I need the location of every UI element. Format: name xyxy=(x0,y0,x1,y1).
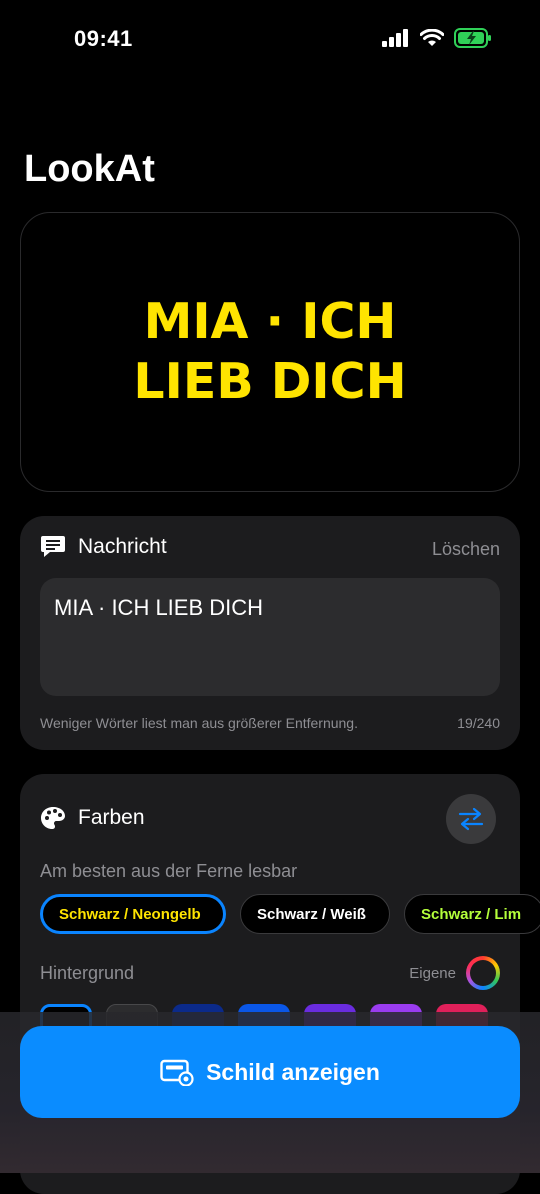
preview-text: MIA · ICH LIEB DICH xyxy=(70,292,470,412)
custom-color-label: Eigene xyxy=(409,964,456,982)
page-title: LookAt xyxy=(24,148,155,190)
colors-header: Farben xyxy=(40,806,145,830)
preset-chip-weiss[interactable]: Schwarz / Weiß xyxy=(240,894,390,934)
preview-line-1: MIA · ICH xyxy=(143,293,397,350)
background-label: Hintergrund xyxy=(40,963,135,983)
preview-line-2: LIEB DICH xyxy=(133,353,407,410)
message-header: Nachricht xyxy=(40,535,167,559)
status-time: 09:41 xyxy=(74,26,133,51)
preset-chips: Schwarz / Neongelb Schwarz / Weiß Schwar… xyxy=(40,894,540,934)
colors-title: Farben xyxy=(78,806,145,829)
clear-button[interactable]: Löschen xyxy=(432,539,500,560)
presets-label: Am besten aus der Ferne lesbar xyxy=(40,861,298,881)
preset-chip-label: Schwarz / Lim xyxy=(421,905,522,923)
battery-charging-icon xyxy=(454,28,491,48)
color-wheel-icon xyxy=(466,956,500,990)
preset-chip-label: Schwarz / Weiß xyxy=(257,905,366,923)
preset-chip-label: Schwarz / Neongelb xyxy=(59,905,201,923)
display-sign-icon xyxy=(160,1059,194,1086)
character-counter: 19/240 xyxy=(457,715,500,731)
show-sign-button[interactable]: Schild anzeigen xyxy=(20,1026,520,1118)
signal-icon xyxy=(382,29,408,47)
swap-colors-button[interactable] xyxy=(446,794,496,844)
show-sign-label: Schild anzeigen xyxy=(206,1058,380,1085)
preset-chip-lime[interactable]: Schwarz / Lim xyxy=(404,894,540,934)
palette-icon xyxy=(41,807,65,829)
custom-color-button[interactable]: Eigene xyxy=(409,956,500,990)
chat-bubble-icon xyxy=(41,536,65,557)
message-title: Nachricht xyxy=(78,535,167,558)
preset-chip-neongelb[interactable]: Schwarz / Neongelb xyxy=(40,894,226,934)
sign-preview[interactable]: MIA · ICH LIEB DICH xyxy=(20,212,520,492)
swap-arrows-icon xyxy=(458,807,484,831)
wifi-icon xyxy=(420,29,444,46)
message-hint: Weniger Wörter liest man aus größerer En… xyxy=(40,715,358,731)
message-input-value: MIA · ICH LIEB DICH xyxy=(54,595,264,620)
status-icons xyxy=(382,28,492,48)
